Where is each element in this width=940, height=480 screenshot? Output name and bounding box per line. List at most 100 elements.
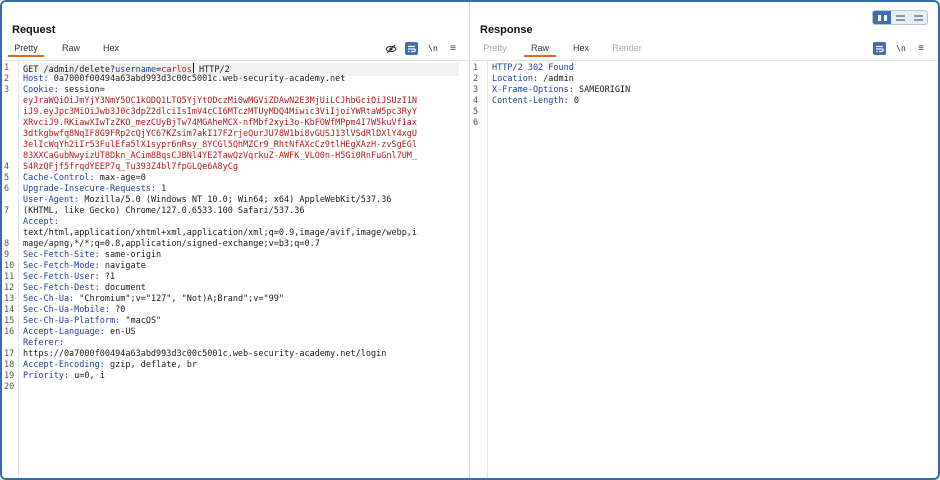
header-value: 1	[156, 184, 167, 194]
header-line: mage/apng,*/*;q=0.8,application/signed-e…	[23, 239, 320, 250]
header-name: Upgrade-Insecure-Requests:	[23, 184, 157, 194]
header-name: Host:	[23, 74, 49, 84]
header-name: Accept:	[23, 217, 59, 227]
request-editor[interactable]: 1 2 3 4 5 6 7 8 9 10 11 12 13 14 15 16 17 18 19 20 GET /adm…	[2, 60, 469, 478]
header-value: text/html,application/xhtml+xml,applicat…	[23, 228, 418, 238]
response-tab-hex[interactable]: Hex	[566, 42, 596, 57]
header-line: https://0a7000f00494a63abd993d3c00c5001c…	[23, 349, 386, 360]
header-line: Cookie: session=	[23, 85, 105, 96]
header-line: Sec-Ch-Ua-Mobile: ?0	[23, 305, 125, 316]
line-number: 14	[4, 305, 15, 315]
header-value: session=	[58, 85, 105, 95]
header-value: ?0	[110, 305, 126, 315]
menu-icon: ≡	[450, 42, 456, 54]
request-tab-pretty[interactable]: Pretty	[8, 42, 44, 57]
header-name: Location:	[492, 74, 539, 84]
request-tabbar: Pretty Raw Hex	[2, 42, 469, 58]
line-number: 10	[4, 261, 15, 271]
request-line-gutter: 1 2 3 4 5 6 7 8 9 10 11 12 13 14 15 16 17 18 19 20	[2, 61, 19, 478]
header-line: (KHTML, like Gecko) Chrome/127.0.6533.10…	[23, 206, 304, 217]
header-name: Sec-Fetch-Dest:	[23, 283, 100, 293]
line-number: 18	[4, 360, 15, 370]
header-name: Sec-Fetch-Mode:	[23, 261, 100, 271]
header-line: User-Agent: Mozilla/5.0 (Windows NT 10.0…	[23, 195, 391, 206]
header-line: Sec-Fetch-User: ?1	[23, 272, 115, 283]
line-number: 1	[473, 63, 479, 73]
response-line-gutter: 123456	[471, 61, 488, 478]
line-number: 5	[4, 173, 10, 183]
line-number: 20	[4, 382, 15, 392]
menu-icon: ≡	[918, 42, 924, 54]
line-number: 15	[4, 316, 15, 326]
response-tab-raw[interactable]: Raw	[524, 42, 556, 57]
header-line: Sec-Ch-Ua-Platform: "macOS"	[23, 316, 161, 327]
header-line: Sec-Fetch-Site: same-origin	[23, 250, 161, 261]
header-value: max-age=0	[94, 173, 146, 183]
pretty-print-toggle[interactable]	[405, 42, 418, 55]
header-line: HTTP/2 302 Found	[492, 63, 574, 74]
newline-icon: \n	[896, 44, 906, 53]
line-number: 3	[4, 85, 10, 95]
header-value: navigate	[99, 261, 146, 271]
cookie-value-line: 3dtkgbwfq8NqIF8G9FRp2cQjYC67KZsim7akI17F…	[23, 129, 418, 139]
header-line: text/html,application/xhtml+xml,applicat…	[23, 228, 417, 239]
line-number: 11	[4, 272, 15, 282]
header-value: mage/apng,*/*;q=0.8,application/signed-e…	[23, 239, 320, 249]
line-number: 5	[473, 107, 479, 117]
http-message-viewer: Request Pretty Raw Hex \n ≡ 1 2 3 4 5 6 …	[0, 0, 940, 480]
header-value: https://0a7000f00494a63abd993d3c00c5001c…	[23, 349, 387, 359]
line-number: 9	[4, 250, 10, 260]
line-number: 8	[4, 239, 10, 249]
header-name: Accept-Language:	[23, 327, 105, 337]
header-value: SAMEORIGIN	[573, 85, 631, 95]
hide-nonprinting-button[interactable]	[384, 42, 398, 55]
header-name: Accept-Encoding:	[23, 360, 105, 370]
line-number: 16	[4, 327, 15, 337]
header-value: en-US	[104, 327, 136, 337]
header-name: Sec-Ch-Ua:	[23, 294, 75, 304]
response-title: Response	[480, 24, 533, 36]
request-tab-hex[interactable]: Hex	[96, 42, 126, 57]
header-name: Sec-Fetch-Site:	[23, 250, 100, 260]
header-value: ?1	[99, 272, 116, 282]
header-value: Mozilla/5.0 (Windows NT 10.0; Win64; x64…	[79, 195, 392, 205]
line-number: 7	[4, 206, 10, 216]
header-name: Referer:	[23, 338, 64, 348]
header-value: 0a7000f00494a63abd993d3c00c5001c.web-sec…	[48, 74, 346, 84]
header-value: /admin	[538, 74, 574, 84]
response-tab-pretty[interactable]: Pretty	[477, 42, 513, 57]
line-number: 2	[473, 74, 479, 84]
header-value: same-origin	[99, 250, 162, 260]
response-pane: Response Pretty Raw Hex Render \n ≡ 1234…	[471, 2, 938, 478]
response-tab-render[interactable]: Render	[607, 42, 647, 57]
header-name: X-Frame-Options:	[492, 85, 574, 95]
header-name: Content-Length:	[492, 96, 569, 106]
request-title: Request	[12, 24, 56, 36]
header-name: Sec-Ch-Ua-Mobile:	[23, 305, 110, 315]
response-tabbar: Pretty Raw Hex Render	[471, 42, 938, 58]
header-line: Sec-Ch-Ua: "Chromium";v="127", "Not)A;Br…	[23, 294, 284, 305]
cookie-value-line: 83XXCaGubNwyizUT8Dkn_ACim8BqsCJBNl4YE2Ta…	[23, 151, 418, 161]
line-number: 13	[4, 294, 15, 304]
line-number: 4	[4, 162, 10, 172]
response-editor[interactable]: 123456 HTTP/2 302 Found Location: /admin X…	[471, 60, 938, 478]
response-pretty-print-toggle[interactable]	[873, 42, 886, 55]
request-tab-raw[interactable]: Raw	[56, 42, 86, 57]
header-name: Sec-Fetch-User:	[23, 272, 100, 282]
header-line: Priority: u=0, i	[23, 371, 105, 382]
header-name: HTTP/2 302 Found	[492, 63, 574, 73]
show-newlines-button[interactable]: \n	[426, 42, 440, 55]
wrap-lines-icon	[876, 45, 884, 52]
header-value: (KHTML, like Gecko) Chrome/127.0.6533.10…	[23, 206, 305, 216]
line-number: 6	[473, 118, 479, 128]
header-value: "Chromium";v="127", "Not)A;Brand";v="99"	[74, 294, 285, 304]
response-options-menu[interactable]: ≡	[914, 42, 928, 55]
header-line: Upgrade-Insecure-Requests: 1	[23, 184, 166, 195]
line-number: 1	[4, 63, 10, 73]
response-show-newlines-button[interactable]: \n	[894, 42, 908, 55]
cookie-value-line: 3elIcWqYh2iIr53FulEfa5lX1sypr6nRsy_8YCGl…	[23, 140, 418, 150]
header-name: Cookie:	[23, 85, 59, 95]
header-line: Accept:	[23, 217, 59, 228]
line-number: 4	[473, 96, 479, 106]
request-options-menu[interactable]: ≡	[446, 42, 460, 55]
